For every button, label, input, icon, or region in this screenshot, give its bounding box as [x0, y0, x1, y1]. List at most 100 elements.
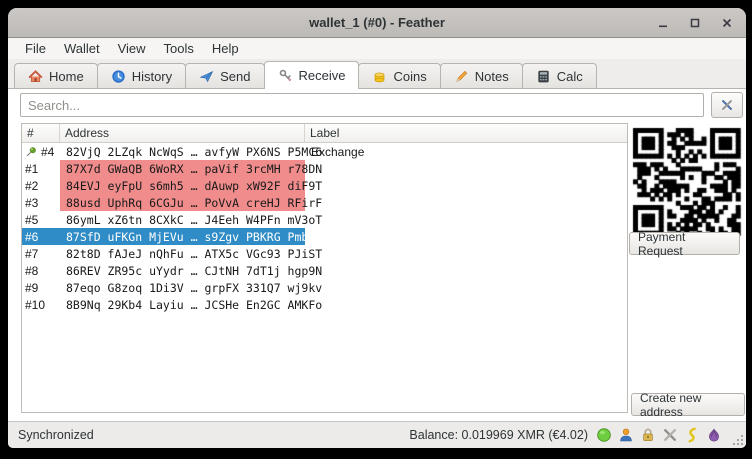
close-button[interactable]: [718, 14, 736, 32]
tab-label: Coins: [393, 69, 426, 84]
column-header-address[interactable]: Address: [60, 124, 305, 142]
row-number: #8: [25, 264, 38, 278]
tab-label: Send: [220, 69, 250, 84]
row-address: 87X7d GWaQB 6WoRX … paVif 3rcMH r78DN: [60, 160, 305, 177]
receive-qr-code[interactable]: [630, 125, 743, 238]
coins-icon: [372, 69, 387, 84]
receive-page: # Address Label #4 82VjQ 2LZqk NcWqS … a…: [8, 89, 746, 421]
tools-icon[interactable]: [662, 427, 678, 443]
search-input[interactable]: [20, 93, 704, 117]
feather-wallet-window: wallet_1 (#0) - Feather File Wallet View…: [8, 8, 746, 448]
row-address: 86REV ZR95c uYydr … CJtNH 7dT1j hgp9N: [60, 262, 305, 279]
history-icon: [111, 69, 126, 84]
tor-onion-icon[interactable]: [706, 427, 722, 443]
row-number: #4: [41, 145, 54, 159]
tab-label: History: [132, 69, 172, 84]
titlebar[interactable]: wallet_1 (#0) - Feather: [8, 8, 746, 38]
row-number: #9: [25, 281, 38, 295]
row-number: #3: [25, 196, 38, 210]
row-label: [305, 296, 627, 313]
row-label: [305, 228, 627, 245]
table-row[interactable]: #1 87X7d GWaQB 6WoRX … paVif 3rcMH r78DN: [22, 160, 627, 177]
row-label: [305, 211, 627, 228]
crossed-tools-icon: [720, 98, 734, 112]
resize-grip[interactable]: [733, 435, 743, 445]
table-header: # Address Label: [22, 124, 627, 143]
row-label: [305, 194, 627, 211]
tab-receive[interactable]: Receive: [264, 61, 360, 89]
status-bar: Synchronized Balance: 0.019969 XMR (€4.0…: [8, 421, 746, 448]
row-number: #5: [25, 213, 38, 227]
row-number: #7: [25, 247, 38, 261]
row-address: 84EVJ eyFpU s6mh5 … dAuwp xW92F diF9T: [60, 177, 305, 194]
row-address: 88usd UphRq 6CGJu … PoVvA creHJ RFirF: [60, 194, 305, 211]
tab-notes[interactable]: Notes: [440, 63, 523, 88]
tab-coins[interactable]: Coins: [358, 63, 440, 88]
account-icon[interactable]: [618, 427, 634, 443]
tab-home[interactable]: Home: [14, 63, 98, 88]
tab-calc[interactable]: Calc: [522, 63, 597, 88]
pin-icon: [25, 145, 38, 158]
menu-tools[interactable]: Tools: [155, 40, 203, 57]
receive-icon: [278, 68, 293, 83]
row-label: [305, 177, 627, 194]
table-row[interactable]: #4 82VjQ 2LZqk NcWqS … avfyW PX6NS P5MC6…: [22, 143, 627, 160]
tab-label: Notes: [475, 69, 509, 84]
tab-history[interactable]: History: [97, 63, 186, 88]
row-address: 82t8D fAJeJ nQhFu … ATX5c VGc93 PJiST: [60, 245, 305, 262]
maximize-icon: [689, 17, 701, 29]
seed-icon[interactable]: [684, 427, 700, 443]
search-options-button[interactable]: [711, 92, 743, 118]
table-row[interactable]: #10 8B9Nq 29Kb4 Layiu … JCSHe En2GC AMKF…: [22, 296, 627, 313]
menu-help[interactable]: Help: [203, 40, 248, 57]
address-table-body: #4 82VjQ 2LZqk NcWqS … avfyW PX6NS P5MC6…: [22, 143, 627, 412]
row-number: #2: [25, 179, 38, 193]
tab-send[interactable]: Send: [185, 63, 264, 88]
tab-bar: Home History Send Receive: [8, 59, 746, 89]
menu-view[interactable]: View: [109, 40, 155, 57]
row-number: #10: [25, 298, 45, 312]
tab-label: Calc: [557, 69, 583, 84]
table-row[interactable]: #8 86REV ZR95c uYydr … CJtNH 7dT1j hgp9N: [22, 262, 627, 279]
row-address: 87eqo G8zoq 1Di3V … grpFX 331Q7 wj9kv: [60, 279, 305, 296]
status-led-icon[interactable]: [596, 427, 612, 443]
row-label: [305, 279, 627, 296]
calculator-icon: [536, 69, 551, 84]
tab-label: Receive: [299, 68, 346, 83]
row-address: 8B9Nq 29Kb4 Layiu … JCSHe En2GC AMKFo: [60, 296, 305, 313]
payment-request-button[interactable]: Payment Request: [629, 232, 740, 255]
column-header-num[interactable]: #: [22, 124, 60, 142]
notes-icon: [454, 69, 469, 84]
row-label: [305, 160, 627, 177]
row-address: 87SfD uFKGn MjEVu … s9Zgv PBKRG Pmb89: [60, 228, 305, 245]
minimize-icon: [657, 17, 669, 29]
table-row[interactable]: #5 86ymL xZ6tn 8CXkC … J4Eeh W4PFn mV3oT: [22, 211, 627, 228]
balance-text: Balance: 0.019969 XMR (€4.02): [409, 428, 588, 442]
sync-status: Synchronized: [18, 428, 94, 442]
home-icon: [28, 69, 43, 84]
lock-icon[interactable]: [640, 427, 656, 443]
tab-label: Home: [49, 69, 84, 84]
row-label: Exchange: [305, 143, 627, 160]
close-icon: [721, 17, 733, 29]
menu-file[interactable]: File: [16, 40, 55, 57]
table-row[interactable]: #9 87eqo G8zoq 1Di3V … grpFX 331Q7 wj9kv: [22, 279, 627, 296]
minimize-button[interactable]: [654, 14, 672, 32]
row-address: 86ymL xZ6tn 8CXkC … J4Eeh W4PFn mV3oT: [60, 211, 305, 228]
row-number: #6: [25, 230, 38, 244]
menu-wallet[interactable]: Wallet: [55, 40, 109, 57]
maximize-button[interactable]: [686, 14, 704, 32]
table-row[interactable]: #6 87SfD uFKGn MjEVu … s9Zgv PBKRG Pmb89: [22, 228, 627, 245]
create-new-address-button[interactable]: Create new address: [631, 393, 745, 416]
row-label: [305, 245, 627, 262]
column-header-label[interactable]: Label: [305, 124, 627, 142]
row-number: #1: [25, 162, 38, 176]
send-icon: [199, 69, 214, 84]
menubar: File Wallet View Tools Help: [8, 38, 746, 59]
row-address: 82VjQ 2LZqk NcWqS … avfyW PX6NS P5MC6: [60, 143, 305, 160]
row-label: [305, 262, 627, 279]
table-row[interactable]: #3 88usd UphRq 6CGJu … PoVvA creHJ RFirF: [22, 194, 627, 211]
window-title: wallet_1 (#0) - Feather: [8, 15, 746, 30]
table-row[interactable]: #2 84EVJ eyFpU s6mh5 … dAuwp xW92F diF9T: [22, 177, 627, 194]
table-row[interactable]: #7 82t8D fAJeJ nQhFu … ATX5c VGc93 PJiST: [22, 245, 627, 262]
